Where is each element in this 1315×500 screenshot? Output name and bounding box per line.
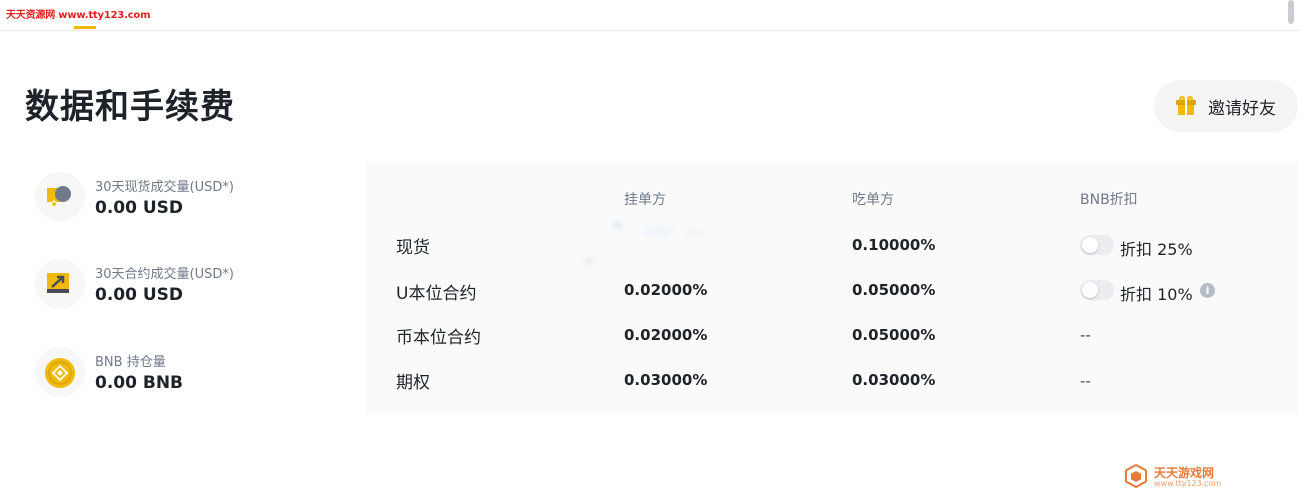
maker-fee-usdm: 0.02000% <box>624 281 708 299</box>
bnb-discount-toggle-usdm[interactable] <box>1080 280 1114 300</box>
maker-fee-options: 0.03000% <box>624 371 708 389</box>
row-label-spot: 现货 <box>396 238 430 258</box>
bnb-coin-icon <box>35 347 85 397</box>
stat-label: 30天合约成交量(USD*) <box>95 267 234 282</box>
watermark-logo-icon <box>1125 464 1147 488</box>
taker-fee-spot: 0.10000% <box>852 236 936 254</box>
bnb-discount-usdm: 折扣 10% <box>1120 285 1193 304</box>
info-icon[interactable]: i <box>1200 283 1215 298</box>
bnb-discount-spot: 折扣 25% <box>1120 240 1193 259</box>
stat-label: 30天现货成交量(USD*) <box>95 180 234 195</box>
column-header-maker: 挂单方 <box>624 192 666 208</box>
watermark-top-left: 天天资源网 www.tty123.com <box>6 10 151 21</box>
maker-fee-loading <box>584 222 714 268</box>
taker-fee-options: 0.03000% <box>852 371 936 389</box>
bnb-discount-coinm: -- <box>1080 326 1091 344</box>
row-label-coinm-futures: 币本位合约 <box>396 328 481 348</box>
futures-volume-icon <box>35 259 85 309</box>
stat-bnb-holdings: BNB 持仓量 0.00 BNB <box>35 343 355 399</box>
stat-value: 0.00 USD <box>95 285 184 305</box>
stat-futures-volume: 30天合约成交量(USD*) 0.00 USD <box>35 255 355 311</box>
stat-value: 0.00 USD <box>95 198 184 218</box>
stat-spot-volume: 30天现货成交量(USD*) 0.00 USD <box>35 168 355 224</box>
top-nav-bar: 天天资源网 www.tty123.com <box>0 0 1300 31</box>
page-title: 数据和手续费 <box>25 87 235 127</box>
stat-label: BNB 持仓量 <box>95 355 166 370</box>
scrollbar[interactable] <box>1288 0 1294 24</box>
maker-fee-coinm: 0.02000% <box>624 326 708 344</box>
active-tab-indicator <box>74 26 96 29</box>
row-label-usdm-futures: U本位合约 <box>396 284 477 304</box>
bnb-discount-toggle-spot[interactable] <box>1080 235 1114 255</box>
bnb-discount-options: -- <box>1080 372 1091 390</box>
invite-friends-label: 邀请好友 <box>1208 98 1276 119</box>
row-label-options: 期权 <box>396 373 430 393</box>
invite-friends-button[interactable]: 邀请好友 <box>1154 80 1298 132</box>
watermark-bottom-right: 天天游戏网 www.tty123.com <box>1124 462 1224 490</box>
watermark-url: www.tty123.com <box>1154 479 1222 488</box>
taker-fee-coinm: 0.05000% <box>852 326 936 344</box>
spot-volume-icon <box>35 172 85 222</box>
column-header-bnb-discount: BNB折扣 <box>1080 192 1138 208</box>
gift-icon <box>1176 96 1196 116</box>
stat-value: 0.00 BNB <box>95 373 184 393</box>
taker-fee-usdm: 0.05000% <box>852 281 936 299</box>
column-header-taker: 吃单方 <box>852 192 894 208</box>
